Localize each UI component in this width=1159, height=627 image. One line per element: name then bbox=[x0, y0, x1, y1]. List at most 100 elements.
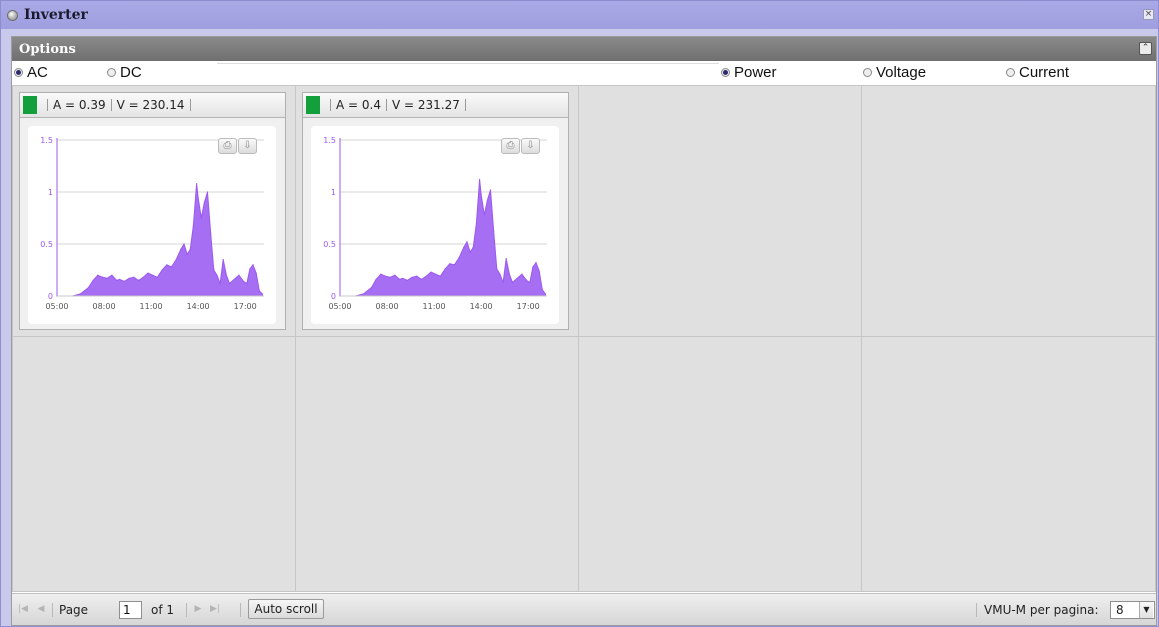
separator bbox=[110, 99, 112, 111]
separator bbox=[52, 603, 53, 617]
data-point bbox=[101, 276, 104, 278]
data-point bbox=[486, 199, 489, 201]
options-radio-row: AC DC Power Voltage Current bbox=[12, 62, 1156, 84]
data-point bbox=[425, 275, 427, 277]
x-tick-label: 05:00 bbox=[328, 302, 351, 311]
radio-voltage[interactable]: Voltage bbox=[863, 64, 926, 81]
device-panel[interactable]: A = 0.39 V = 230.14 0 0.5 1 1.5 05:00 08:00 11… bbox=[19, 92, 286, 330]
data-point bbox=[186, 253, 188, 255]
radio-current[interactable]: Current bbox=[1006, 64, 1069, 81]
data-point bbox=[137, 279, 140, 281]
data-point bbox=[444, 268, 446, 270]
data-point bbox=[449, 263, 451, 265]
radio-dot-icon bbox=[863, 68, 872, 77]
data-point bbox=[161, 269, 163, 271]
prev-page-icon[interactable]: ◀ bbox=[36, 604, 46, 614]
radio-current-label: Current bbox=[1019, 64, 1070, 81]
close-icon[interactable]: × bbox=[1143, 9, 1154, 20]
data-point bbox=[197, 196, 199, 198]
radio-power[interactable]: Power bbox=[721, 64, 777, 81]
download-icon[interactable]: ⇩ bbox=[238, 138, 257, 154]
download-icon[interactable]: ⇩ bbox=[521, 138, 540, 154]
y-tick-label: 1.5 bbox=[323, 136, 336, 145]
data-point bbox=[529, 281, 531, 284]
radio-ac-label: AC bbox=[27, 64, 48, 81]
grid-cell bbox=[861, 336, 1156, 592]
data-point bbox=[222, 259, 224, 261]
first-page-icon[interactable]: |◀ bbox=[18, 604, 28, 614]
options-title: Options bbox=[19, 41, 76, 57]
data-point bbox=[142, 276, 144, 278]
data-point bbox=[420, 278, 423, 280]
radio-ac[interactable]: AC bbox=[14, 64, 48, 81]
radio-dc[interactable]: DC bbox=[107, 64, 142, 81]
options-header: Options ⌃ bbox=[12, 37, 1156, 61]
data-point bbox=[516, 277, 518, 279]
data-point bbox=[362, 293, 365, 295]
data-point bbox=[416, 275, 418, 277]
chevron-down-icon[interactable]: ▼ bbox=[1139, 602, 1153, 618]
data-point bbox=[439, 275, 441, 277]
device-panel[interactable]: A = 0.4 V = 231.27 0 0.5 1 1.5 05:00 08:00 11:… bbox=[302, 92, 569, 330]
data-point bbox=[526, 279, 528, 281]
page-number-input[interactable] bbox=[119, 601, 142, 619]
print-icon[interactable]: ⎙ bbox=[501, 138, 520, 154]
data-point bbox=[175, 259, 177, 261]
y-tick-label: 1.5 bbox=[40, 136, 53, 145]
data-point bbox=[458, 256, 460, 259]
grid-cell bbox=[295, 336, 579, 592]
data-point bbox=[106, 277, 108, 279]
data-point bbox=[238, 274, 240, 276]
separator bbox=[240, 603, 241, 617]
per-page-select[interactable]: 8 ▼ bbox=[1110, 601, 1155, 619]
data-point bbox=[225, 274, 227, 276]
per-page-value: 8 bbox=[1116, 603, 1124, 617]
data-point bbox=[152, 274, 154, 276]
data-point bbox=[411, 276, 413, 278]
grid-cell bbox=[578, 336, 862, 592]
auto-scroll-button[interactable]: Auto scroll bbox=[248, 599, 324, 619]
data-point bbox=[183, 243, 185, 245]
data-point bbox=[210, 233, 212, 235]
y-tick-label: 0 bbox=[331, 292, 336, 301]
power-chart: 0 0.5 1 1.5 05:00 08:00 11:00 14:00 17:00 bbox=[40, 136, 264, 311]
window-titlebar[interactable]: Inverter × bbox=[1, 1, 1158, 29]
x-tick-label: 14:00 bbox=[470, 302, 493, 311]
x-tick-label: 11:00 bbox=[140, 302, 163, 311]
paging-toolbar: |◀ ◀ Page of 1 ▶ ▶| Auto scroll VMU-M pe… bbox=[12, 593, 1156, 625]
x-tick-label: 17:00 bbox=[517, 302, 540, 311]
grid-cell bbox=[578, 85, 862, 337]
data-point bbox=[243, 280, 245, 283]
data-point bbox=[200, 217, 202, 219]
separator bbox=[189, 99, 191, 111]
radio-power-label: Power bbox=[734, 64, 777, 81]
print-icon[interactable]: ⎙ bbox=[218, 138, 237, 154]
grid-cell bbox=[861, 85, 1156, 337]
data-point bbox=[192, 224, 195, 226]
radio-dot-icon bbox=[721, 68, 730, 77]
y-tick-label: 1 bbox=[331, 188, 336, 197]
y-tick-label: 0.5 bbox=[323, 240, 336, 249]
data-point bbox=[128, 277, 130, 279]
status-indicator bbox=[23, 96, 37, 114]
data-point bbox=[538, 270, 540, 272]
next-page-icon[interactable]: ▶ bbox=[193, 604, 203, 614]
data-point bbox=[189, 248, 191, 250]
data-point bbox=[406, 279, 409, 281]
data-point bbox=[87, 287, 89, 289]
data-point bbox=[508, 273, 510, 275]
x-tick-label: 14:00 bbox=[187, 302, 210, 311]
device-panel-header: A = 0.4 V = 231.27 bbox=[303, 93, 568, 118]
power-chart: 0 0.5 1 1.5 05:00 08:00 11:00 14:00 17:00 bbox=[323, 136, 547, 311]
grid-cell bbox=[12, 336, 296, 592]
radio-dot-icon bbox=[14, 68, 23, 77]
last-page-icon[interactable]: ▶| bbox=[210, 604, 220, 614]
data-point bbox=[478, 178, 481, 181]
power-chart-box: 0 0.5 1 1.5 05:00 08:00 11:00 14:00 17:00 ⎙ ⇩ bbox=[28, 126, 276, 324]
collapse-icon[interactable]: ⌃ bbox=[1139, 42, 1152, 55]
y-tick-label: 0 bbox=[48, 292, 53, 301]
status-indicator bbox=[306, 96, 320, 114]
power-area-series bbox=[57, 183, 263, 297]
data-point bbox=[111, 274, 113, 276]
data-point bbox=[466, 241, 468, 243]
